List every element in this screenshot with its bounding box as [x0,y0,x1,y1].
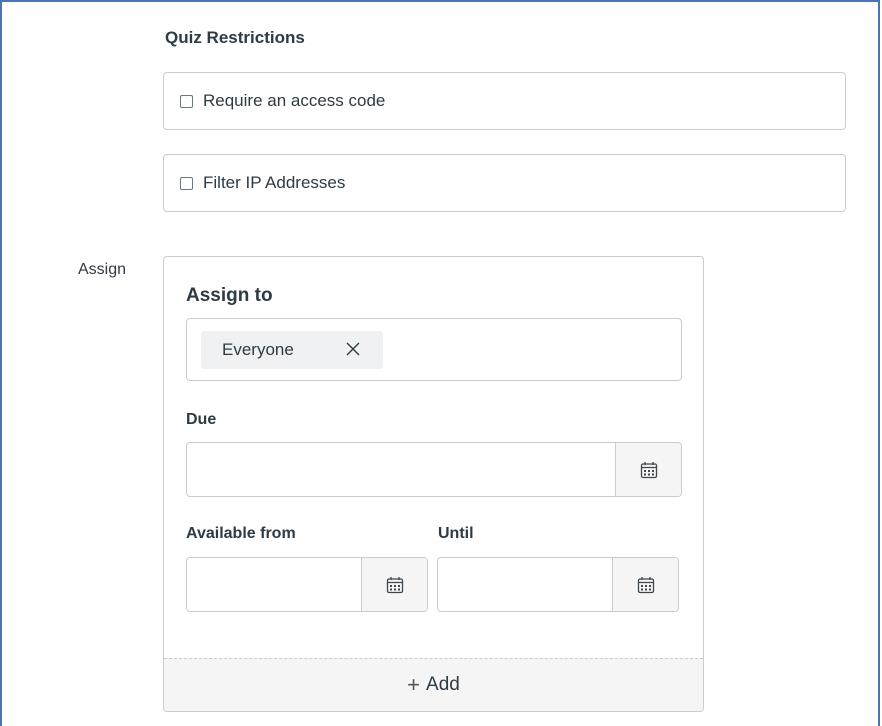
calendar-icon [637,576,654,593]
require-access-code-option[interactable]: Require an access code [163,72,846,130]
filter-ip-addresses-option[interactable]: Filter IP Addresses [163,154,846,212]
until-calendar-button[interactable] [612,558,678,611]
calendar-icon [386,576,403,593]
available-from-label: Available from [186,525,296,542]
add-assignment-button[interactable]: + Add [164,658,703,711]
quiz-restrictions-title: Quiz Restrictions [165,28,305,47]
assign-to-input[interactable]: Everyone [186,318,682,381]
filter-ip-addresses-checkbox[interactable] [180,176,193,190]
assignee-tag-everyone[interactable]: Everyone [201,331,383,369]
until-date-field[interactable] [437,557,679,612]
assign-section-label: Assign [78,261,127,278]
filter-ip-addresses-label[interactable]: Filter IP Addresses [203,173,345,193]
require-access-code-checkbox[interactable] [180,94,193,108]
x-icon[interactable] [345,341,361,357]
available-from-calendar-button[interactable] [361,558,427,611]
due-date-input[interactable] [187,443,615,496]
assign-card: Assign to Everyone Due Available from Un… [163,256,704,712]
until-label: Until [438,525,474,542]
available-from-input[interactable] [187,558,361,611]
due-label: Due [186,411,217,428]
add-label: Add [426,674,460,695]
plus-icon: + [407,672,421,697]
assign-to-title: Assign to [186,285,273,306]
due-calendar-button[interactable] [615,443,681,496]
available-from-field[interactable] [186,557,428,612]
calendar-icon [640,461,657,478]
due-date-field[interactable] [186,442,682,497]
until-date-input[interactable] [438,558,612,611]
require-access-code-label[interactable]: Require an access code [203,91,385,111]
assignee-tag-label: Everyone [222,340,294,359]
